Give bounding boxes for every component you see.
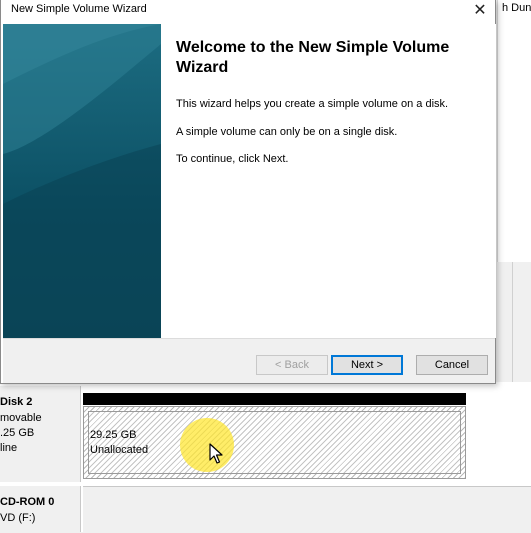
- wizard-banner: [3, 24, 161, 338]
- cdrom-0-drive: VD (F:): [0, 512, 36, 524]
- disk-2-type: movable: [0, 412, 42, 424]
- window-title: New Simple Volume Wizard: [11, 3, 147, 15]
- cdrom-0-area[interactable]: [83, 486, 531, 533]
- wizard-paragraph-1: This wizard helps you create a simple vo…: [176, 98, 449, 110]
- wizard-paragraph-2: A simple volume can only be on a single …: [176, 126, 398, 138]
- wizard-paragraph-3: To continue, click Next.: [176, 153, 289, 165]
- cancel-button[interactable]: Cancel: [416, 355, 488, 375]
- close-icon[interactable]: ✕: [465, 0, 495, 20]
- unallocated-label: Unallocated: [90, 444, 149, 456]
- unallocated-size: 29.25 GB: [90, 429, 137, 441]
- title-bar[interactable]: New Simple Volume Wizard ✕: [1, 0, 495, 20]
- wizard-footer: < Back Next > Cancel: [3, 338, 495, 383]
- disk-2-label[interactable]: Disk 2 movable .25 GB line: [0, 386, 81, 482]
- next-button[interactable]: Next >: [331, 355, 403, 375]
- disk-2-status: line: [0, 442, 18, 454]
- wizard-content: Welcome to the New Simple Volume Wizard …: [164, 24, 496, 338]
- disk-map-panel: Disk 2 movable .25 GB line 29.25 GB Unal…: [0, 382, 531, 533]
- disk-2-name: Disk 2: [0, 396, 33, 408]
- mouse-pointer-icon: [209, 443, 223, 464]
- wizard-heading: Welcome to the New Simple Volume Wizard: [176, 39, 450, 76]
- vertical-scrollbar[interactable]: [512, 262, 531, 387]
- column-header-partial: h Dun: [502, 2, 531, 14]
- cdrom-0-label[interactable]: CD-ROM 0 VD (F:): [0, 486, 81, 532]
- disk-2-capacity: .25 GB: [0, 427, 35, 439]
- unallocated-partition-inner: [88, 411, 461, 474]
- banner-graphic: [3, 24, 161, 338]
- new-simple-volume-wizard: New Simple Volume Wizard ✕ Welcome to th…: [0, 0, 496, 384]
- cursor-highlight: [180, 418, 234, 472]
- back-button[interactable]: < Back: [256, 355, 328, 375]
- unallocated-partition[interactable]: 29.25 GB Unallocated: [83, 406, 466, 479]
- disk-2-header-bar: [83, 393, 466, 405]
- volume-list-area: h Dun: [497, 0, 531, 262]
- cdrom-0-name: CD-ROM 0: [0, 496, 55, 508]
